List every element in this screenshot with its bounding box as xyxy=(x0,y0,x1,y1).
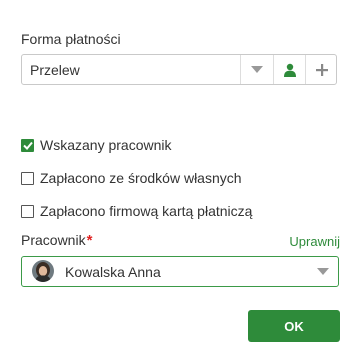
checkbox-label: Zapłacono firmową kartą płatniczą xyxy=(40,203,253,219)
avatar xyxy=(32,260,54,282)
select-person-button[interactable] xyxy=(273,55,306,84)
plus-icon xyxy=(316,63,328,76)
grant-permissions-link[interactable]: Uprawnij xyxy=(289,234,340,249)
add-payment-method-button[interactable] xyxy=(305,55,338,84)
payment-method-select[interactable]: Przelew xyxy=(21,54,337,85)
checkbox-label: Zapłacono ze środków własnych xyxy=(40,170,242,186)
employee-name: Kowalska Anna xyxy=(65,264,161,280)
checkbox-box[interactable] xyxy=(21,171,34,185)
checkmark-icon xyxy=(22,141,33,150)
checkbox-box[interactable] xyxy=(21,204,34,218)
checkbox-label: Wskazany pracownik xyxy=(40,137,172,153)
chevron-down-icon xyxy=(317,267,329,275)
payment-form-label: Forma płatności xyxy=(21,31,121,47)
required-mark: * xyxy=(86,232,93,249)
checkbox-box[interactable] xyxy=(21,138,34,152)
checkbox-own-funds[interactable]: Zapłacono ze środków własnych xyxy=(21,170,242,186)
checkbox-company-card[interactable]: Zapłacono firmową kartą płatniczą xyxy=(21,203,252,219)
employee-select[interactable]: Kowalska Anna xyxy=(21,256,339,287)
employee-dropdown-button[interactable] xyxy=(308,257,338,286)
chevron-down-icon xyxy=(251,65,263,73)
employee-label-text: Pracownik xyxy=(21,232,86,248)
person-icon xyxy=(284,63,296,77)
employee-label: Pracownik* xyxy=(21,232,92,249)
payment-method-dropdown-button[interactable] xyxy=(240,55,273,84)
checkbox-wskazany-pracownik[interactable]: Wskazany pracownik xyxy=(21,137,172,153)
ok-button[interactable]: OK xyxy=(248,310,340,342)
payment-method-value: Przelew xyxy=(30,62,80,78)
